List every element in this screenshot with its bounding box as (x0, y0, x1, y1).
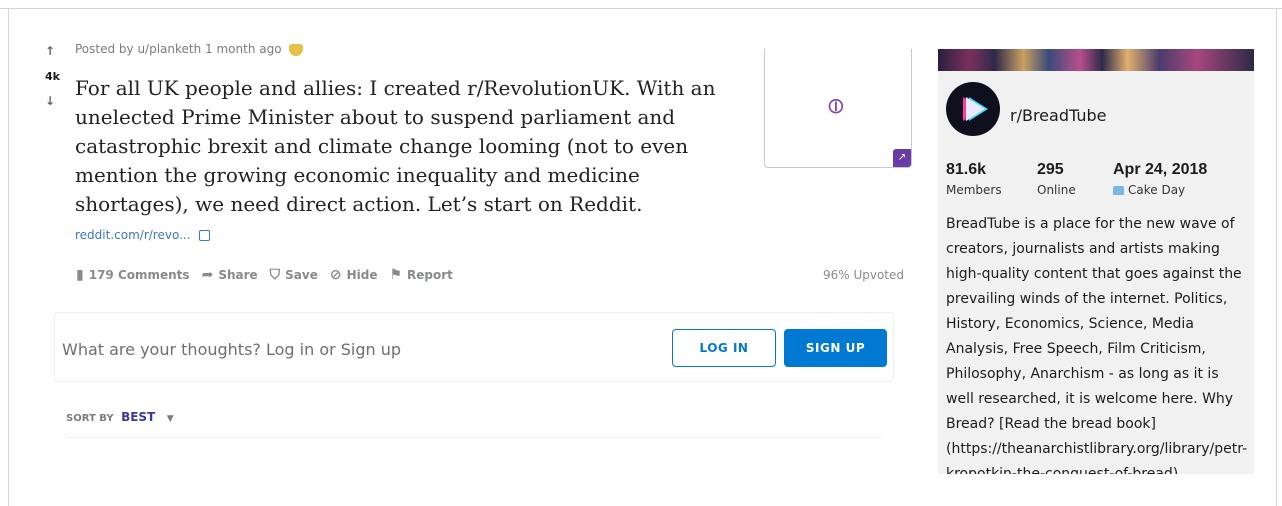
bookmark-icon: ⛉ (269, 267, 281, 283)
hide-icon: ⊘ (329, 267, 342, 283)
comment-box: What are your thoughts? Log in or Sign u… (54, 312, 894, 382)
share-label: Share (218, 268, 258, 282)
subreddit-name[interactable]: r/BreadTube (1010, 106, 1106, 125)
chevron-down-icon: ▼ (166, 414, 174, 424)
cakeday-label: Cake Day (1128, 183, 1186, 197)
cakeday-label-row: Cake Day (1113, 183, 1207, 197)
comment-icon: ▮ (76, 267, 84, 283)
upvote-icon[interactable]: ↑ (45, 44, 55, 58)
frame-border-left (8, 8, 9, 506)
subreddit-avatar[interactable] (946, 82, 1000, 136)
frame-border-right (1276, 8, 1277, 506)
online-label: Online (1037, 183, 1076, 197)
comments-label: 179 Comments (88, 268, 190, 282)
members-stat: 81.6k Members (946, 161, 1002, 197)
share-button[interactable]: ➦ Share (202, 267, 258, 283)
save-label: Save (285, 268, 318, 282)
sort-divider (66, 437, 881, 438)
report-label: Report (407, 268, 453, 282)
post-link[interactable]: reddit.com/r/revo... (75, 228, 211, 242)
login-button[interactable]: LOG IN (672, 329, 776, 367)
community-sidebar: r/BreadTube 81.6k Members 295 Online Apr… (938, 49, 1254, 474)
community-banner (938, 49, 1254, 71)
sort-value: BEST (121, 410, 156, 424)
share-icon: ➦ (201, 267, 214, 283)
members-label: Members (946, 183, 1002, 197)
post-title[interactable]: For all UK people and allies: I created … (75, 74, 740, 219)
flag-icon: ⚑ (389, 267, 403, 283)
signup-button[interactable]: SIGN UP (784, 329, 887, 367)
award-icon (289, 43, 304, 56)
link-icon: ⊘ (820, 91, 852, 122)
cakeday-stat: Apr 24, 2018 Cake Day (1113, 161, 1207, 197)
comments-button[interactable]: ▮ 179 Comments (76, 267, 190, 283)
post-meta-text: Posted by u/planketh 1 month ago (75, 42, 282, 56)
community-description: BreadTube is a place for the new wave of… (946, 216, 1248, 474)
sort-control[interactable]: SORT BY BEST ▼ (66, 410, 174, 424)
play-icon (966, 97, 985, 121)
sort-label: SORT BY (66, 413, 114, 424)
post-meta: Posted by u/planketh 1 month ago (75, 42, 304, 56)
comment-placeholder[interactable]: What are your thoughts? Log in or Sign u… (62, 340, 401, 359)
external-link-icon (199, 230, 211, 241)
cakeday-date: Apr 24, 2018 (1113, 161, 1208, 178)
report-button[interactable]: ⚑ Report (389, 267, 452, 283)
online-count: 295 (1037, 161, 1064, 178)
online-stat: 295 Online (1037, 161, 1076, 197)
save-button[interactable]: ⛉ Save (270, 267, 318, 283)
hide-button[interactable]: ⊘ Hide (330, 267, 378, 283)
members-count: 81.6k (946, 161, 987, 178)
external-link-badge-icon: ↗ (893, 149, 911, 167)
upvote-ratio: 96% Upvoted (822, 268, 904, 282)
hide-label: Hide (346, 268, 378, 282)
vote-count: 4k (45, 70, 60, 83)
frame-border-top (0, 8, 1282, 9)
post-link-text: reddit.com/r/revo... (75, 228, 191, 242)
downvote-icon[interactable]: ↓ (45, 94, 55, 108)
post-actions: ▮ 179 Comments ➦ Share ⛉ Save ⊘ Hide ⚑ R… (76, 267, 465, 283)
cake-icon (1113, 186, 1124, 195)
post-thumbnail[interactable]: ⊘ ↗ (764, 49, 912, 168)
